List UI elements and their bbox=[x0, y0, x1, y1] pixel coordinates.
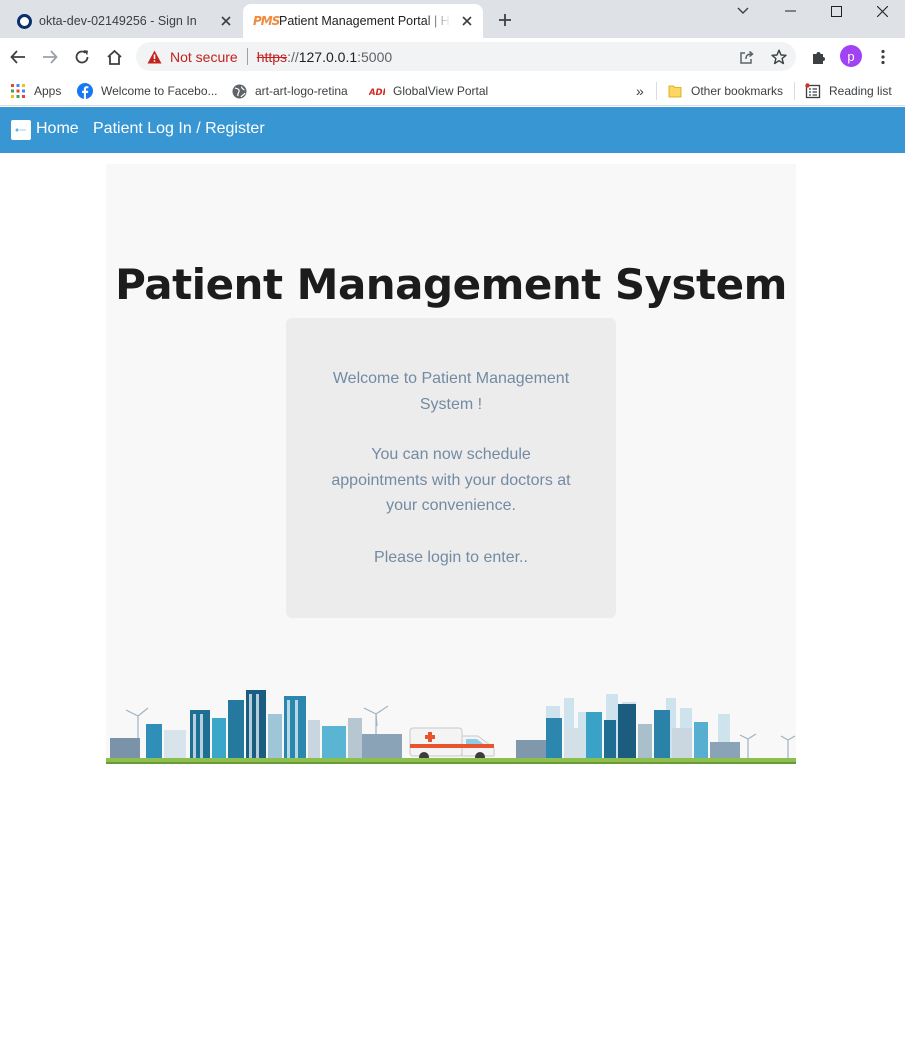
tab-title: Patient Management Portal | Home bbox=[279, 14, 451, 28]
welcome-text: Welcome to Patient Management System ! bbox=[332, 370, 570, 413]
bookmarks-divider bbox=[656, 82, 657, 100]
browser-tab-strip: okta-dev-02149256 - Sign In PMS Patient … bbox=[0, 0, 905, 38]
bookmark-label: Reading list bbox=[829, 84, 892, 98]
url-text[interactable]: https://127.0.0.1:5000 bbox=[257, 49, 392, 65]
new-tab-button[interactable] bbox=[494, 9, 516, 31]
nav-home-link[interactable]: Home bbox=[36, 120, 79, 138]
brand-logo-icon[interactable] bbox=[11, 120, 31, 140]
address-bar[interactable]: Not secure https://127.0.0.1:5000 bbox=[136, 42, 796, 71]
omnibox-divider bbox=[246, 48, 248, 65]
hero-section: Patient Management System Welcome to Pat… bbox=[106, 164, 796, 764]
login-prompt-text: Please login to enter.. bbox=[374, 549, 528, 566]
bookmark-star-icon[interactable] bbox=[769, 47, 789, 67]
bookmark-label: Welcome to Facebo... bbox=[101, 84, 218, 98]
forward-button[interactable] bbox=[37, 44, 63, 70]
url-port: :5000 bbox=[357, 48, 393, 65]
other-bookmarks-folder[interactable]: Other bookmarks bbox=[667, 81, 783, 101]
extensions-puzzle-icon[interactable] bbox=[806, 44, 832, 70]
facebook-icon bbox=[77, 83, 93, 99]
page-title: Patient Management System bbox=[115, 260, 787, 309]
not-secure-label[interactable]: Not secure bbox=[170, 49, 238, 65]
bookmark-label: GlobalView Portal bbox=[393, 84, 489, 98]
browser-toolbar: Not secure https://127.0.0.1:5000 p bbox=[0, 38, 905, 75]
url-scheme: https bbox=[256, 48, 288, 65]
home-button[interactable] bbox=[101, 44, 127, 70]
back-button[interactable] bbox=[5, 44, 31, 70]
svg-text:ADP: ADP bbox=[369, 87, 385, 96]
bookmark-label: art-art-logo-retina bbox=[255, 84, 348, 98]
menu-kebab-icon[interactable] bbox=[870, 44, 896, 70]
bookmarks-divider bbox=[794, 82, 795, 100]
folder-icon bbox=[667, 83, 683, 99]
okta-icon bbox=[17, 13, 32, 29]
globe-icon bbox=[231, 83, 247, 99]
apps-grid-icon bbox=[10, 83, 26, 99]
ambulance-icon bbox=[409, 727, 495, 762]
profile-avatar[interactable]: p bbox=[840, 45, 862, 67]
tab-search-button[interactable] bbox=[720, 0, 766, 22]
close-tab-icon[interactable] bbox=[218, 13, 234, 29]
bookmark-label: Apps bbox=[34, 84, 62, 98]
reading-list-button[interactable]: Reading list bbox=[805, 81, 892, 101]
pms-icon: PMS bbox=[253, 14, 280, 28]
bookmark-globalview[interactable]: ADP GlobalView Portal bbox=[369, 81, 488, 101]
welcome-card: Welcome to Patient Management System ! Y… bbox=[286, 318, 616, 618]
app-navbar: Home Patient Log In / Register bbox=[0, 107, 905, 153]
warning-icon[interactable] bbox=[147, 50, 162, 64]
share-icon[interactable] bbox=[736, 47, 756, 67]
reload-button[interactable] bbox=[69, 44, 95, 70]
tab-okta-sign-in[interactable]: okta-dev-02149256 - Sign In bbox=[8, 4, 242, 38]
reading-list-icon bbox=[805, 83, 821, 99]
bookmark-label: Other bookmarks bbox=[691, 84, 784, 98]
bookmarks-overflow-button[interactable]: » bbox=[636, 81, 644, 101]
url-separator: :// bbox=[287, 48, 299, 65]
bookmark-art-logo[interactable]: art-art-logo-retina bbox=[231, 81, 348, 101]
bookmarks-bar: Apps Welcome to Facebo... art-art-logo-r… bbox=[0, 75, 905, 106]
nav-login-register-link[interactable]: Patient Log In / Register bbox=[93, 120, 265, 138]
close-window-button[interactable] bbox=[859, 0, 905, 22]
close-tab-icon[interactable] bbox=[459, 13, 475, 29]
url-host: 127.0.0.1 bbox=[298, 48, 358, 65]
bookmark-facebook[interactable]: Welcome to Facebo... bbox=[77, 81, 218, 101]
adp-icon: ADP bbox=[369, 83, 385, 99]
minimize-button[interactable] bbox=[767, 0, 813, 22]
maximize-button[interactable] bbox=[813, 0, 859, 22]
tab-patient-portal[interactable]: PMS Patient Management Portal | Home bbox=[243, 4, 483, 38]
schedule-text: You can now schedule appointments with y… bbox=[331, 446, 571, 514]
bookmark-apps[interactable]: Apps bbox=[10, 81, 61, 101]
city-skyline-illustration bbox=[106, 690, 796, 764]
tab-title: okta-dev-02149256 - Sign In bbox=[39, 14, 197, 28]
